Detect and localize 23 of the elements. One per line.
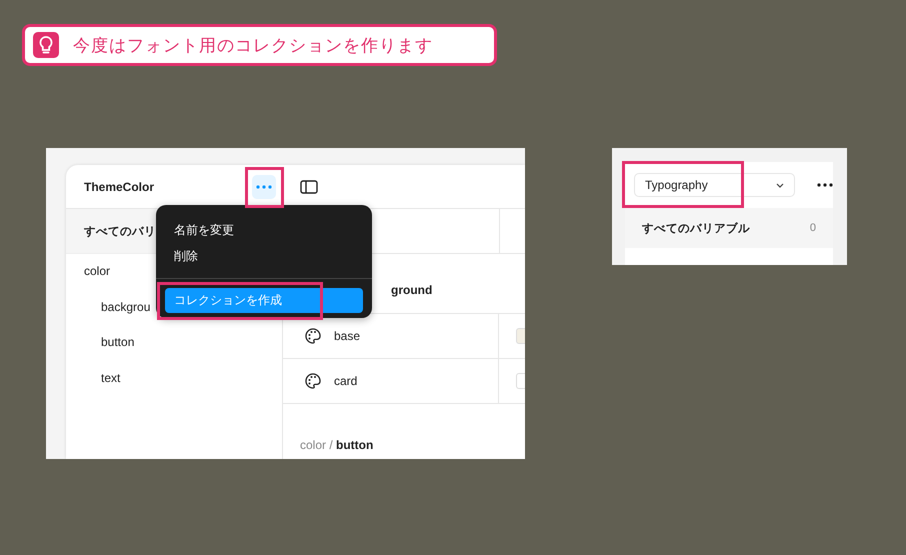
palette-icon — [304, 327, 322, 345]
all-variables-label: すべてのバリアブル — [642, 220, 750, 236]
variable-count: 0 — [810, 222, 816, 234]
variable-name: base — [334, 329, 360, 343]
collection-title: ThemeColor — [84, 180, 156, 194]
all-variables-item[interactable]: すべてのバリ — [84, 224, 156, 238]
sidebar-toggle-icon[interactable] — [300, 180, 318, 194]
more-icon[interactable] — [817, 183, 833, 187]
variable-name: card — [334, 374, 358, 388]
all-variables-item[interactable]: すべてのバリアブル 0 — [625, 208, 833, 248]
more-icon — [256, 184, 272, 188]
more-button[interactable] — [252, 174, 276, 198]
group-item[interactable]: button — [66, 325, 282, 360]
group-path: color / button — [300, 438, 374, 452]
group-heading: ground — [391, 283, 432, 297]
group-item[interactable]: text — [66, 360, 282, 396]
lightbulb-icon — [33, 32, 59, 58]
chevron-down-icon — [776, 182, 784, 188]
menu-item[interactable]: 削除 — [156, 243, 372, 269]
collection-dropdown[interactable]: Typography — [634, 173, 795, 197]
menu-item[interactable]: 名前を変更 — [156, 217, 372, 243]
banner-text: 今度はフォント用のコレクションを作ります — [73, 34, 433, 56]
palette-icon — [304, 372, 322, 390]
